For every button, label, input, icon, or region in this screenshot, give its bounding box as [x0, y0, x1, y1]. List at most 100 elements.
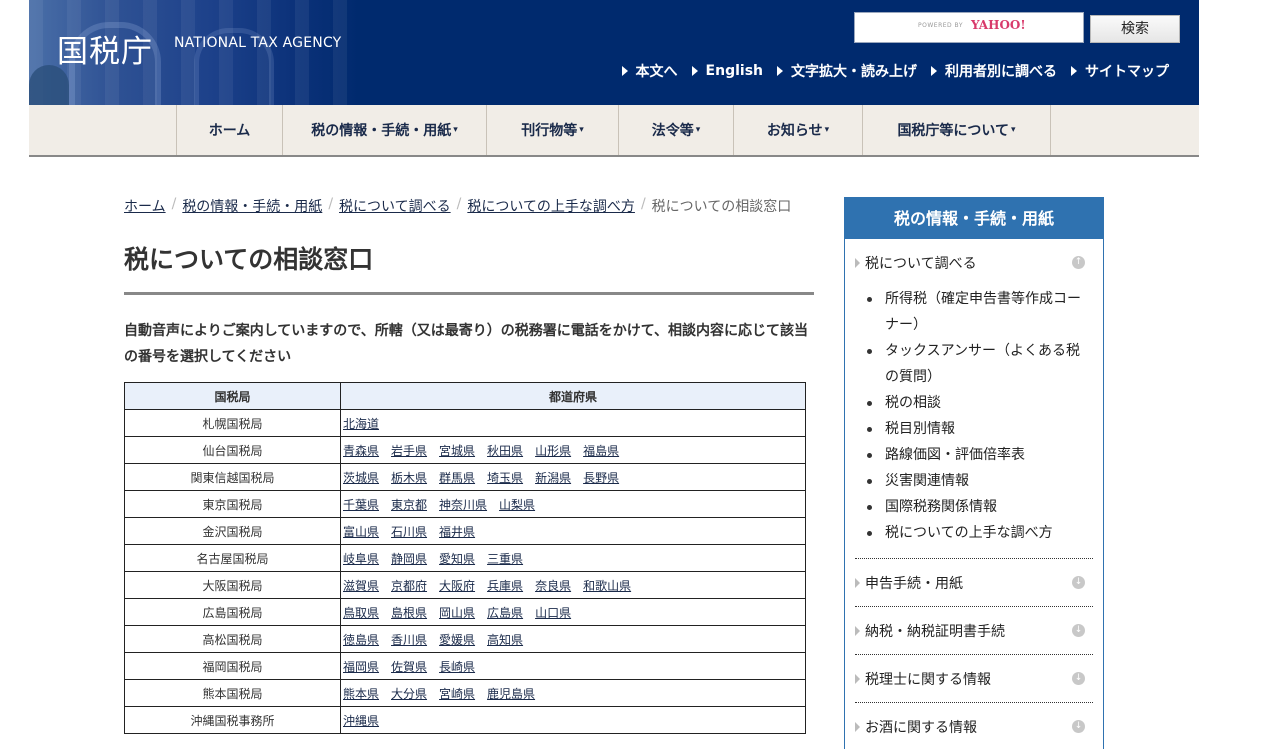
prefecture-link[interactable]: 広島県 [487, 606, 523, 620]
prefecture-link[interactable]: 福島県 [583, 444, 619, 458]
prefecture-link[interactable]: 愛知県 [439, 552, 475, 566]
prefecture-link[interactable]: 鳥取県 [343, 606, 379, 620]
prefecture-link[interactable]: 香川県 [391, 633, 427, 647]
prefecture-link[interactable]: 宮城県 [439, 444, 475, 458]
prefecture-link[interactable]: 北海道 [343, 417, 379, 431]
prefecture-link[interactable]: 神奈川県 [439, 498, 487, 512]
prefecture-link[interactable]: 佐賀県 [391, 660, 427, 674]
prefecture-link[interactable]: 岐阜県 [343, 552, 379, 566]
site-header: 国税庁 NATIONAL TAX AGENCY POWERED BY YAHOO… [29, 0, 1199, 105]
prefecture-link[interactable]: 愛媛県 [439, 633, 475, 647]
sidebar-section-toggle[interactable]: 税理士に関する情報 ↓ [855, 655, 1093, 702]
breadcrumb-link[interactable]: 税の情報・手続・用紙 [182, 196, 322, 216]
breadcrumb-link[interactable]: 税についての上手な調べ方 [467, 196, 635, 216]
prefecture-link[interactable]: 富山県 [343, 525, 379, 539]
prefecture-link[interactable]: 島根県 [391, 606, 427, 620]
triangle-right-icon [777, 66, 783, 76]
site-logo[interactable]: 国税庁 [57, 26, 153, 71]
prefecture-link[interactable]: 山口県 [535, 606, 571, 620]
prefecture-link[interactable]: 京都府 [391, 579, 427, 593]
sidebar-link[interactable]: タックスアンサー（よくある税の質問） [865, 338, 1093, 390]
table-row: 関東信越国税局 茨城県 栃木県 群馬県 埼玉県 新潟県 長野県 [124, 463, 806, 491]
gnav-item-0[interactable]: ホーム [177, 105, 283, 155]
search-input[interactable]: POWERED BY YAHOO! [854, 12, 1084, 43]
prefecture-link[interactable]: 長崎県 [439, 660, 475, 674]
util-link-2[interactable]: 文字拡大・読み上げ [777, 61, 917, 81]
prefecture-link[interactable]: 和歌山県 [583, 579, 631, 593]
arrow-up-circle-icon[interactable]: ↑ [1072, 256, 1085, 269]
prefecture-link[interactable]: 大分県 [391, 687, 427, 701]
prefecture-link[interactable]: 奈良県 [535, 579, 571, 593]
prefecture-link[interactable]: 東京都 [391, 498, 427, 512]
arrow-down-circle-icon[interactable]: ↓ [1072, 672, 1085, 685]
prefecture-link[interactable]: 群馬県 [439, 471, 475, 485]
arrow-down-circle-icon[interactable]: ↓ [1072, 624, 1085, 637]
page-title: 税についての相談窓口 [124, 245, 374, 274]
prefecture-link[interactable]: 福岡県 [343, 660, 379, 674]
sidebar-section-toggle[interactable]: お酒に関する情報 ↓ [855, 703, 1093, 749]
breadcrumb-separator: / [171, 196, 177, 212]
prefecture-link[interactable]: 石川県 [391, 525, 427, 539]
prefecture-link[interactable]: 福井県 [439, 525, 475, 539]
sidebar-link[interactable]: 税の相談 [865, 390, 1093, 416]
prefecture-link[interactable]: 長野県 [583, 471, 619, 485]
prefecture-link[interactable]: 熊本県 [343, 687, 379, 701]
sidebar-link[interactable]: 路線価図・評価倍率表 [865, 442, 1093, 468]
breadcrumb-link[interactable]: ホーム [124, 196, 166, 216]
prefecture-link[interactable]: 青森県 [343, 444, 379, 458]
prefecture-link[interactable]: 三重県 [487, 552, 523, 566]
prefecture-link[interactable]: 埼玉県 [487, 471, 523, 485]
sidebar-link[interactable]: 災害関連情報 [865, 468, 1093, 494]
gnav-item-1[interactable]: 税の情報・手続・用紙 ▾ [283, 105, 487, 155]
caret-down-icon: ▾ [695, 125, 701, 135]
prefecture-link[interactable]: 沖縄県 [343, 714, 379, 728]
gnav-item-label: ホーム [208, 123, 251, 139]
sidebar-section-toggle[interactable]: 納税・納税証明書手続 ↓ [855, 607, 1093, 654]
sidebar-link[interactable]: 税目別情報 [865, 416, 1093, 442]
prefecture-link[interactable]: 山形県 [535, 444, 571, 458]
prefecture-link[interactable]: 静岡県 [391, 552, 427, 566]
prefecture-links: 熊本県 大分県 宮崎県 鹿児島県 [340, 679, 806, 707]
gnav-item-5[interactable]: 国税庁等について ▾ [863, 105, 1051, 155]
search-button[interactable]: 検索 [1090, 15, 1180, 43]
prefecture-link[interactable]: 岩手県 [391, 444, 427, 458]
gnav-item-label: お知らせ [766, 123, 823, 139]
prefecture-link[interactable]: 千葉県 [343, 498, 379, 512]
triangle-right-icon [621, 66, 628, 76]
table-row: 沖縄国税事務所 沖縄県 [124, 706, 806, 734]
gnav-item-2[interactable]: 刊行物等 ▾ [487, 105, 619, 155]
tax-bureau-table: 国税局 都道府県 札幌国税局 北海道 仙台国税局 青森県 岩手県 宮城県 秋田県 山形県 福島県… [124, 382, 806, 734]
arrow-down-circle-icon[interactable]: ↓ [1072, 576, 1085, 589]
prefecture-link[interactable]: 山梨県 [499, 498, 535, 512]
prefecture-link[interactable]: 秋田県 [487, 444, 523, 458]
breadcrumb-link[interactable]: 税について調べる [339, 196, 451, 216]
sidebar-link[interactable]: 所得税（確定申告書等作成コーナー） [865, 286, 1093, 338]
prefecture-links: 鳥取県 島根県 岡山県 広島県 山口県 [340, 598, 806, 626]
bureau-name: 福岡国税局 [124, 652, 341, 680]
gnav-item-3[interactable]: 法令等 ▾ [619, 105, 734, 155]
prefecture-link[interactable]: 宮崎県 [439, 687, 475, 701]
prefecture-link[interactable]: 徳島県 [343, 633, 379, 647]
sidebar-section-toggle[interactable]: 税について調べる ↑ [855, 239, 1093, 286]
util-link-3[interactable]: 利用者別に調べる [931, 61, 1057, 81]
prefecture-link[interactable]: 高知県 [487, 633, 523, 647]
sidebar-link[interactable]: 国際税務関係情報 [865, 494, 1093, 520]
prefecture-link[interactable]: 茨城県 [343, 471, 379, 485]
prefecture-link[interactable]: 栃木県 [391, 471, 427, 485]
prefecture-link[interactable]: 滋賀県 [343, 579, 379, 593]
prefecture-link[interactable]: 兵庫県 [487, 579, 523, 593]
prefecture-link[interactable]: 新潟県 [535, 471, 571, 485]
util-link-0[interactable]: 本文へ [621, 61, 678, 81]
arrow-down-circle-icon[interactable]: ↓ [1072, 720, 1085, 733]
prefecture-link[interactable]: 大阪府 [439, 579, 475, 593]
prefecture-link[interactable]: 鹿児島県 [487, 687, 535, 701]
yahoo-logo-icon: YAHOO! [971, 18, 1026, 32]
util-link-4[interactable]: サイトマップ [1071, 61, 1169, 81]
gnav-item-label: 税の情報・手続・用紙 [311, 123, 452, 139]
sidebar-link[interactable]: 税についての上手な調べ方 [865, 520, 1093, 546]
prefecture-link[interactable]: 岡山県 [439, 606, 475, 620]
gnav-item-4[interactable]: お知らせ ▾ [734, 105, 863, 155]
util-link-1[interactable]: English [691, 61, 763, 81]
sidebar-section-toggle[interactable]: 申告手続・用紙 ↓ [855, 559, 1093, 606]
table-row: 金沢国税局 富山県 石川県 福井県 [124, 517, 806, 545]
